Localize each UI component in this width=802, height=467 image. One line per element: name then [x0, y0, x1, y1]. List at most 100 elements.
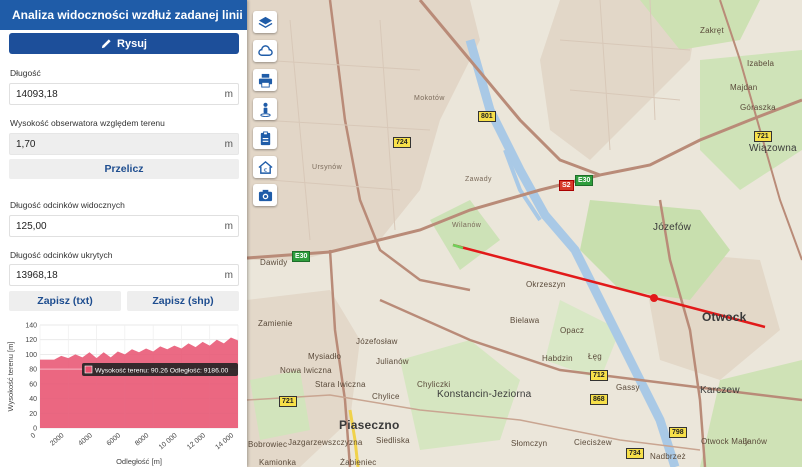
observer-height-value: 1,70	[16, 139, 36, 150]
place-label: Józefów	[653, 222, 692, 233]
y-tick-label: 80	[29, 367, 37, 374]
place-label: Habdzin	[542, 354, 573, 363]
place-label: Stara Iwiczna	[315, 380, 366, 389]
y-axis-title: Wysokość terenu [m]	[6, 342, 15, 412]
place-label: Karczew	[700, 385, 740, 396]
road-shield: S2	[559, 180, 574, 191]
place-label: Mysiadło	[308, 352, 342, 361]
place-label: Otwock Mały	[701, 437, 749, 446]
draw-button-label: Rysuj	[117, 37, 147, 50]
place-label: Julianów	[376, 357, 409, 366]
place-label: Wiązowna	[749, 143, 797, 154]
road-shield: 734	[626, 448, 644, 459]
hidden-length-value: 13968,18	[16, 270, 58, 281]
place-label: Janów	[743, 437, 768, 446]
hidden-length-label: Długość odcinków ukrytych	[10, 250, 113, 260]
road-shield: 724	[393, 137, 411, 148]
length-value: 14093,18	[16, 89, 58, 100]
y-tick-label: 40	[29, 396, 37, 403]
hidden-length-field[interactable]: 13968,18 m	[9, 264, 239, 286]
layers-icon	[258, 16, 272, 28]
layers-button[interactable]	[253, 11, 277, 33]
place-label: Bobrowiec	[248, 440, 288, 449]
clipboard-icon	[260, 130, 270, 145]
place-label: Chyliczki	[417, 380, 451, 389]
y-tick-label: 20	[29, 411, 37, 418]
place-label: Józefosław	[356, 337, 398, 346]
place-label: Słomczyn	[511, 439, 548, 448]
property-value-button[interactable]: €	[253, 156, 277, 178]
place-label: Jazgarzewszczyzna	[288, 438, 363, 447]
place-label: Piaseczno	[339, 418, 400, 432]
panel-header: Analiza widoczności wzdłuż zadanej linii	[0, 0, 247, 30]
cloud-button[interactable]	[253, 40, 277, 62]
print-button[interactable]	[253, 69, 277, 91]
place-label: Opacz	[560, 326, 585, 335]
elevation-profile-chart[interactable]: 0204060801001201400 2000 4000 6000 8000 10 00…	[0, 318, 247, 467]
place-label: Siedliska	[376, 436, 410, 445]
cloud-icon	[257, 44, 273, 56]
place-label: Gassy	[616, 383, 640, 392]
profile-marker[interactable]	[650, 294, 658, 302]
road-shield: 801	[478, 111, 496, 122]
y-tick-label: 100	[25, 352, 37, 359]
place-label: Nowa Iwiczna	[280, 366, 332, 375]
observer-height-unit: m	[224, 139, 233, 150]
place-label: Okrzeszyn	[526, 280, 566, 289]
home-euro-icon: €	[257, 160, 273, 174]
observer-height-label: Wysokość obserwatora względem terenu	[10, 118, 165, 128]
place-label: Bielawa	[510, 316, 540, 325]
svg-text:€: €	[263, 168, 267, 174]
place-label: Nadbrzeż	[650, 452, 686, 461]
y-tick-label: 60	[29, 381, 37, 388]
place-label: Żabieniec	[340, 458, 377, 467]
y-tick-label: 120	[25, 337, 37, 344]
tooltip-text: Wysokość terenu: 90.26 Odległość: 9186.0…	[95, 368, 229, 375]
save-txt-button[interactable]: Zapisz (txt)	[9, 291, 121, 311]
road-shield: E30	[575, 175, 594, 186]
place-label: Góraszka	[740, 103, 776, 112]
place-label: Zawady	[465, 176, 492, 183]
visibility-analysis-panel: Analiza widoczności wzdłuż zadanej linii…	[0, 0, 247, 467]
street-view-button[interactable]	[253, 98, 277, 120]
place-label: Majdan	[730, 83, 758, 92]
place-label: Chylice	[372, 392, 400, 401]
recalculate-button[interactable]: Przelicz	[9, 159, 239, 179]
road-shield: 712	[590, 370, 608, 381]
place-label: Łęg	[588, 352, 602, 361]
y-tick-label: 140	[25, 323, 37, 330]
place-label: Dawidy	[260, 258, 288, 267]
place-label: Zakręt	[700, 26, 724, 35]
road-shield: 721	[279, 396, 297, 407]
place-label: Mokotów	[414, 95, 445, 102]
place-label: Ciecisżew	[574, 438, 612, 447]
visible-length-label: Długość odcinków widocznych	[10, 200, 125, 210]
place-label: Izabela	[747, 59, 775, 68]
place-label: Zamienie	[258, 319, 293, 328]
hidden-length-unit: m	[224, 270, 233, 281]
camera-icon	[258, 189, 272, 201]
panel-title: Analiza widoczności wzdłuż zadanej linii	[12, 8, 243, 22]
draw-button[interactable]: Rysuj	[9, 33, 239, 54]
road-shield: 798	[669, 427, 687, 438]
place-label: Konstancin-Jeziorna	[437, 389, 532, 400]
road-shield: 721	[754, 131, 772, 142]
visible-length-field[interactable]: 125,00 m	[9, 215, 239, 237]
visible-length-unit: m	[224, 221, 233, 232]
place-label: Ursynów	[312, 164, 343, 171]
person-icon	[259, 102, 271, 117]
road-shield: E30	[292, 251, 311, 262]
observer-height-field[interactable]: 1,70 m	[9, 133, 239, 155]
length-field[interactable]: 14093,18 m	[9, 83, 239, 105]
screenshot-button[interactable]	[253, 184, 277, 206]
y-tick-label: 0	[33, 426, 37, 433]
place-label: Kamionka	[259, 458, 297, 467]
pencil-icon	[101, 39, 111, 49]
place-label: Wilanów	[452, 222, 482, 229]
report-button[interactable]	[253, 127, 277, 149]
save-shp-button[interactable]: Zapisz (shp)	[127, 291, 239, 311]
length-label: Długość	[10, 68, 41, 78]
tooltip-swatch	[84, 365, 93, 374]
x-axis-title: Odległość [m]	[116, 457, 162, 466]
length-unit: m	[224, 89, 233, 100]
